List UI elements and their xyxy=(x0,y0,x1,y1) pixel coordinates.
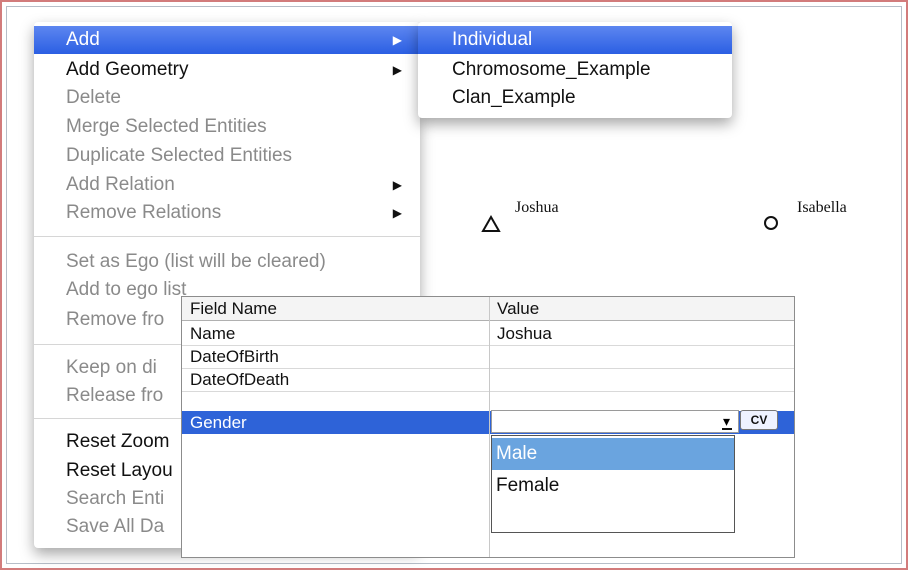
menu-item-merge-selected: Merge Selected Entities xyxy=(34,113,420,141)
menu-item-label: Add to ego list xyxy=(66,279,187,300)
gender-option-male[interactable]: Male xyxy=(492,438,734,470)
menu-item-label: Add xyxy=(66,29,100,50)
select-underline xyxy=(722,428,732,430)
submenu-arrow-icon: ▶ xyxy=(392,63,402,77)
field-name-cell[interactable]: DateOfDeath xyxy=(182,368,489,392)
isabella-node-label: Isabella xyxy=(797,199,847,216)
joshua-triangle-icon[interactable] xyxy=(481,215,501,233)
submenu-item-label: Clan_Example xyxy=(452,87,576,108)
menu-item-label: Add Relation xyxy=(66,174,175,195)
gender-option-female[interactable]: Female xyxy=(492,470,734,502)
menu-item-remove-relations: Remove Relations ▶ xyxy=(34,199,420,227)
field-name-cell[interactable]: Name xyxy=(182,322,489,346)
submenu-item-individual[interactable]: Individual xyxy=(418,26,732,54)
menu-item-label: Add Geometry xyxy=(66,59,189,80)
menu-item-add[interactable]: Add ▶ xyxy=(34,26,420,54)
menu-item-delete: Delete xyxy=(34,84,420,112)
menu-item-set-as-ego: Set as Ego (list will be cleared) xyxy=(34,248,420,276)
value-cell[interactable] xyxy=(489,345,794,369)
cv-button[interactable]: CV xyxy=(740,410,778,430)
add-submenu: Individual Chromosome_Example Clan_Examp… xyxy=(418,22,732,118)
submenu-arrow-icon: ▶ xyxy=(392,206,402,220)
menu-item-label: Reset Layou xyxy=(66,460,173,481)
field-name-cell-selected[interactable]: Gender xyxy=(182,411,489,435)
menu-item-label: Remove fro xyxy=(66,309,165,330)
menu-item-label: Save All Da xyxy=(66,516,165,537)
menu-item-add-relation: Add Relation ▶ xyxy=(34,171,420,199)
isabella-circle-icon[interactable] xyxy=(764,216,778,230)
menu-item-label: Release fro xyxy=(66,385,164,406)
submenu-item-chromosome-example[interactable]: Chromosome_Example xyxy=(418,56,732,84)
gender-select[interactable]: ▾ xyxy=(491,410,739,433)
menu-item-label: Reset Zoom xyxy=(66,431,170,452)
menu-separator xyxy=(34,236,420,237)
menu-item-duplicate-selected: Duplicate Selected Entities xyxy=(34,142,420,170)
value-cell[interactable] xyxy=(489,368,794,392)
menu-item-label: Keep on di xyxy=(66,357,157,378)
menu-item-add-geometry[interactable]: Add Geometry ▶ xyxy=(34,56,420,84)
menu-item-label: Delete xyxy=(66,87,121,108)
menu-item-label: Set as Ego (list will be cleared) xyxy=(66,251,326,272)
menu-item-label: Search Enti xyxy=(66,488,165,509)
menu-item-label: Duplicate Selected Entities xyxy=(66,145,293,166)
field-name-cell[interactable]: DateOfBirth xyxy=(182,345,489,369)
submenu-arrow-icon: ▶ xyxy=(392,33,402,47)
joshua-node-label: Joshua xyxy=(515,199,559,216)
column-header-value[interactable]: Value xyxy=(489,297,794,321)
column-header-field-name[interactable]: Field Name xyxy=(182,297,489,321)
menu-item-label: Merge Selected Entities xyxy=(66,116,267,137)
menu-item-label: Remove Relations xyxy=(66,202,222,223)
submenu-item-clan-example[interactable]: Clan_Example xyxy=(418,84,732,112)
submenu-item-label: Individual xyxy=(452,29,533,50)
value-cell[interactable]: Joshua xyxy=(489,322,794,346)
property-table: Field Name Value Name Joshua DateOfBirth… xyxy=(181,296,795,558)
submenu-arrow-icon: ▶ xyxy=(392,178,402,192)
gender-dropdown-list: Male Female xyxy=(491,435,735,533)
submenu-item-label: Chromosome_Example xyxy=(452,59,651,80)
chevron-down-icon[interactable]: ▾ xyxy=(723,413,730,429)
